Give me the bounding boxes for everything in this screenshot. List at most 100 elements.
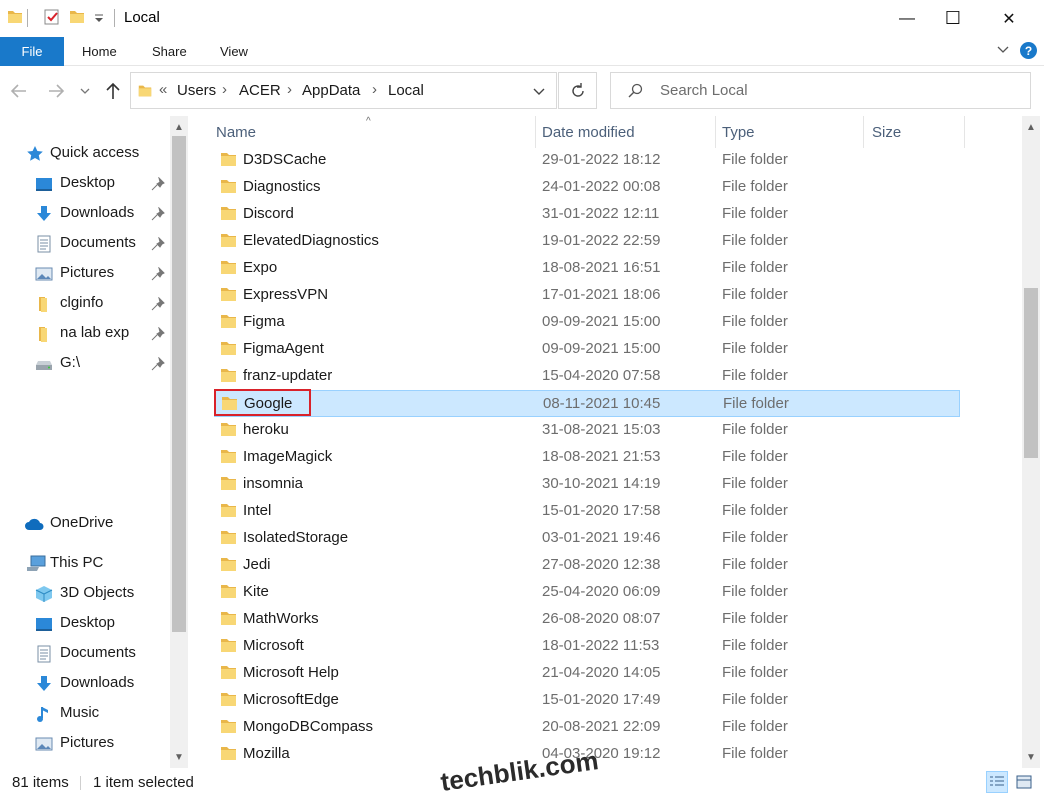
customize-qat-icon[interactable] [93,8,105,26]
file-row[interactable]: heroku 31-08-2021 15:03 File folder [214,417,960,444]
file-type: File folder [722,286,788,303]
file-list-scrollbar[interactable]: ▲ ▼ [1022,116,1040,768]
nav-this-pc[interactable]: This PC [0,550,170,578]
nav-label: Downloads [60,204,135,221]
pin-icon[interactable] [151,327,165,341]
maximize-button[interactable]: ☐ [930,0,976,37]
nav-item-pictures[interactable]: Pictures [0,260,170,288]
pin-icon[interactable] [151,237,165,251]
file-row[interactable]: D3DSCache 29-01-2022 18:12 File folder [214,147,960,174]
file-row[interactable]: Diagnostics 24-01-2022 00:08 File folder [214,174,960,201]
expand-ribbon-chevron-icon[interactable] [996,43,1010,57]
nav-scrollbar[interactable]: ▲ ▼ [170,116,188,768]
tab-file[interactable]: File [0,37,64,66]
pin-icon[interactable] [151,267,165,281]
file-row[interactable]: Kite 25-04-2020 06:09 File folder [214,579,960,606]
file-row[interactable]: Intel 15-01-2020 17:58 File folder [214,498,960,525]
nav-item-music[interactable]: Music [0,700,170,728]
file-row[interactable]: ImageMagick 18-08-2021 21:53 File folder [214,444,960,471]
breadcrumb-separator[interactable]: › [222,81,227,98]
file-row[interactable]: franz-updater 15-04-2020 07:58 File folder [214,363,960,390]
file-row[interactable]: MongoDBCompass 20-08-2021 22:09 File folde… [214,714,960,741]
column-header-date-modified[interactable]: Date modified [536,116,716,148]
nav-item-desktop[interactable]: Desktop [0,170,170,198]
file-date-modified: 15-01-2020 17:49 [542,691,661,708]
nav-item-pictures[interactable]: Pictures [0,730,170,758]
address-dropdown-chevron-icon[interactable] [532,85,546,99]
back-arrow-icon[interactable] [8,80,30,102]
scroll-down-arrow-icon[interactable]: ▼ [1022,748,1040,766]
file-row[interactable]: MicrosoftEdge 15-01-2020 17:49 File folder [214,687,960,714]
folder-icon [221,153,236,166]
file-row[interactable]: Jedi 27-08-2020 12:38 File folder [214,552,960,579]
breadcrumb-separator[interactable]: › [287,81,292,98]
refresh-button[interactable] [558,72,597,109]
file-row[interactable]: Microsoft Help 21-04-2020 14:05 File folde… [214,660,960,687]
minimize-button[interactable]: — [884,0,930,37]
column-header-type[interactable]: Type [716,116,864,148]
tab-share[interactable]: Share [152,37,187,66]
breadcrumb-appdata[interactable]: AppData [302,82,360,99]
file-row[interactable]: ExpressVPN 17-01-2021 18:06 File folder [214,282,960,309]
file-row[interactable]: insomnia 30-10-2021 14:19 File folder [214,471,960,498]
nav-item-documents[interactable]: Documents [0,230,170,258]
forward-arrow-icon[interactable] [45,80,67,102]
pin-icon[interactable] [151,357,165,371]
nav-item-downloads[interactable]: Downloads [0,200,170,228]
scroll-down-arrow-icon[interactable]: ▼ [170,748,188,766]
file-row[interactable]: FigmaAgent 09-09-2021 15:00 File folder [214,336,960,363]
pin-icon[interactable] [151,177,165,191]
nav-item-downloads[interactable]: Downloads [0,670,170,698]
file-row[interactable]: Discord 31-01-2022 12:11 File folder [214,201,960,228]
new-folder-icon[interactable] [68,8,86,26]
file-name: FigmaAgent [243,340,324,357]
scroll-up-arrow-icon[interactable]: ▲ [170,118,188,136]
breadcrumb-local[interactable]: Local [388,82,424,99]
details-view-button[interactable] [986,771,1008,793]
recent-locations-chevron-icon[interactable] [78,80,92,102]
scroll-up-arrow-icon[interactable]: ▲ [1022,118,1040,136]
nav-quick-access[interactable]: Quick access [0,140,170,168]
file-row[interactable]: ElevatedDiagnostics 19-01-2022 22:59 File … [214,228,960,255]
help-button[interactable]: ? [1020,42,1037,59]
pin-icon[interactable] [151,207,165,221]
folder-icon [39,327,47,342]
search-box[interactable]: Search Local [610,72,1031,109]
tab-view[interactable]: View [220,37,248,66]
folder-icon[interactable] [6,8,24,26]
column-divider[interactable] [964,116,965,148]
nav-item-3d-objects[interactable]: 3D Objects [0,580,170,608]
search-input[interactable]: Search Local [660,82,748,99]
breadcrumb-users[interactable]: Users [177,82,216,99]
address-bar[interactable]: « Users › ACER › AppData › Local [130,72,557,109]
file-row[interactable]: IsolatedStorage 03-01-2021 19:46 File fold… [214,525,960,552]
file-type: File folder [722,232,788,249]
close-button[interactable]: ✕ [986,0,1032,37]
file-list-scrollbar-thumb[interactable] [1024,288,1038,458]
nav-item-clginfo[interactable]: clginfo [0,290,170,318]
file-row[interactable]: Figma 09-09-2021 15:00 File folder [214,309,960,336]
up-arrow-icon[interactable] [102,80,124,102]
breadcrumb-acer[interactable]: ACER [239,82,281,99]
tab-home[interactable]: Home [82,37,117,66]
breadcrumb-overflow[interactable]: « [159,81,167,98]
pin-icon[interactable] [151,297,165,311]
column-header-size[interactable]: Size [866,116,964,148]
file-row[interactable]: Expo 18-08-2021 16:51 File folder [214,255,960,282]
column-header-name[interactable]: Name [210,116,536,148]
properties-check-icon[interactable] [43,8,61,26]
nav-scrollbar-thumb[interactable] [172,136,186,632]
file-row[interactable]: Google 08-11-2021 10:45 File folder [214,390,960,417]
nav-onedrive[interactable]: OneDrive [0,510,170,538]
nav-item-documents[interactable]: Documents [0,640,170,668]
file-row[interactable]: Microsoft 18-01-2022 11:53 File folder [214,633,960,660]
nav-item-g-drive[interactable]: G:\ [0,350,170,378]
breadcrumb-separator[interactable]: › [372,81,377,98]
nav-item-desktop[interactable]: Desktop [0,610,170,638]
column-divider[interactable] [863,116,864,148]
star-icon [27,146,43,161]
large-icons-view-button[interactable] [1013,771,1035,793]
nav-label: Desktop [60,174,116,191]
nav-item-na-lab-exp[interactable]: na lab exp [0,320,170,348]
file-row[interactable]: MathWorks 26-08-2020 08:07 File folder [214,606,960,633]
